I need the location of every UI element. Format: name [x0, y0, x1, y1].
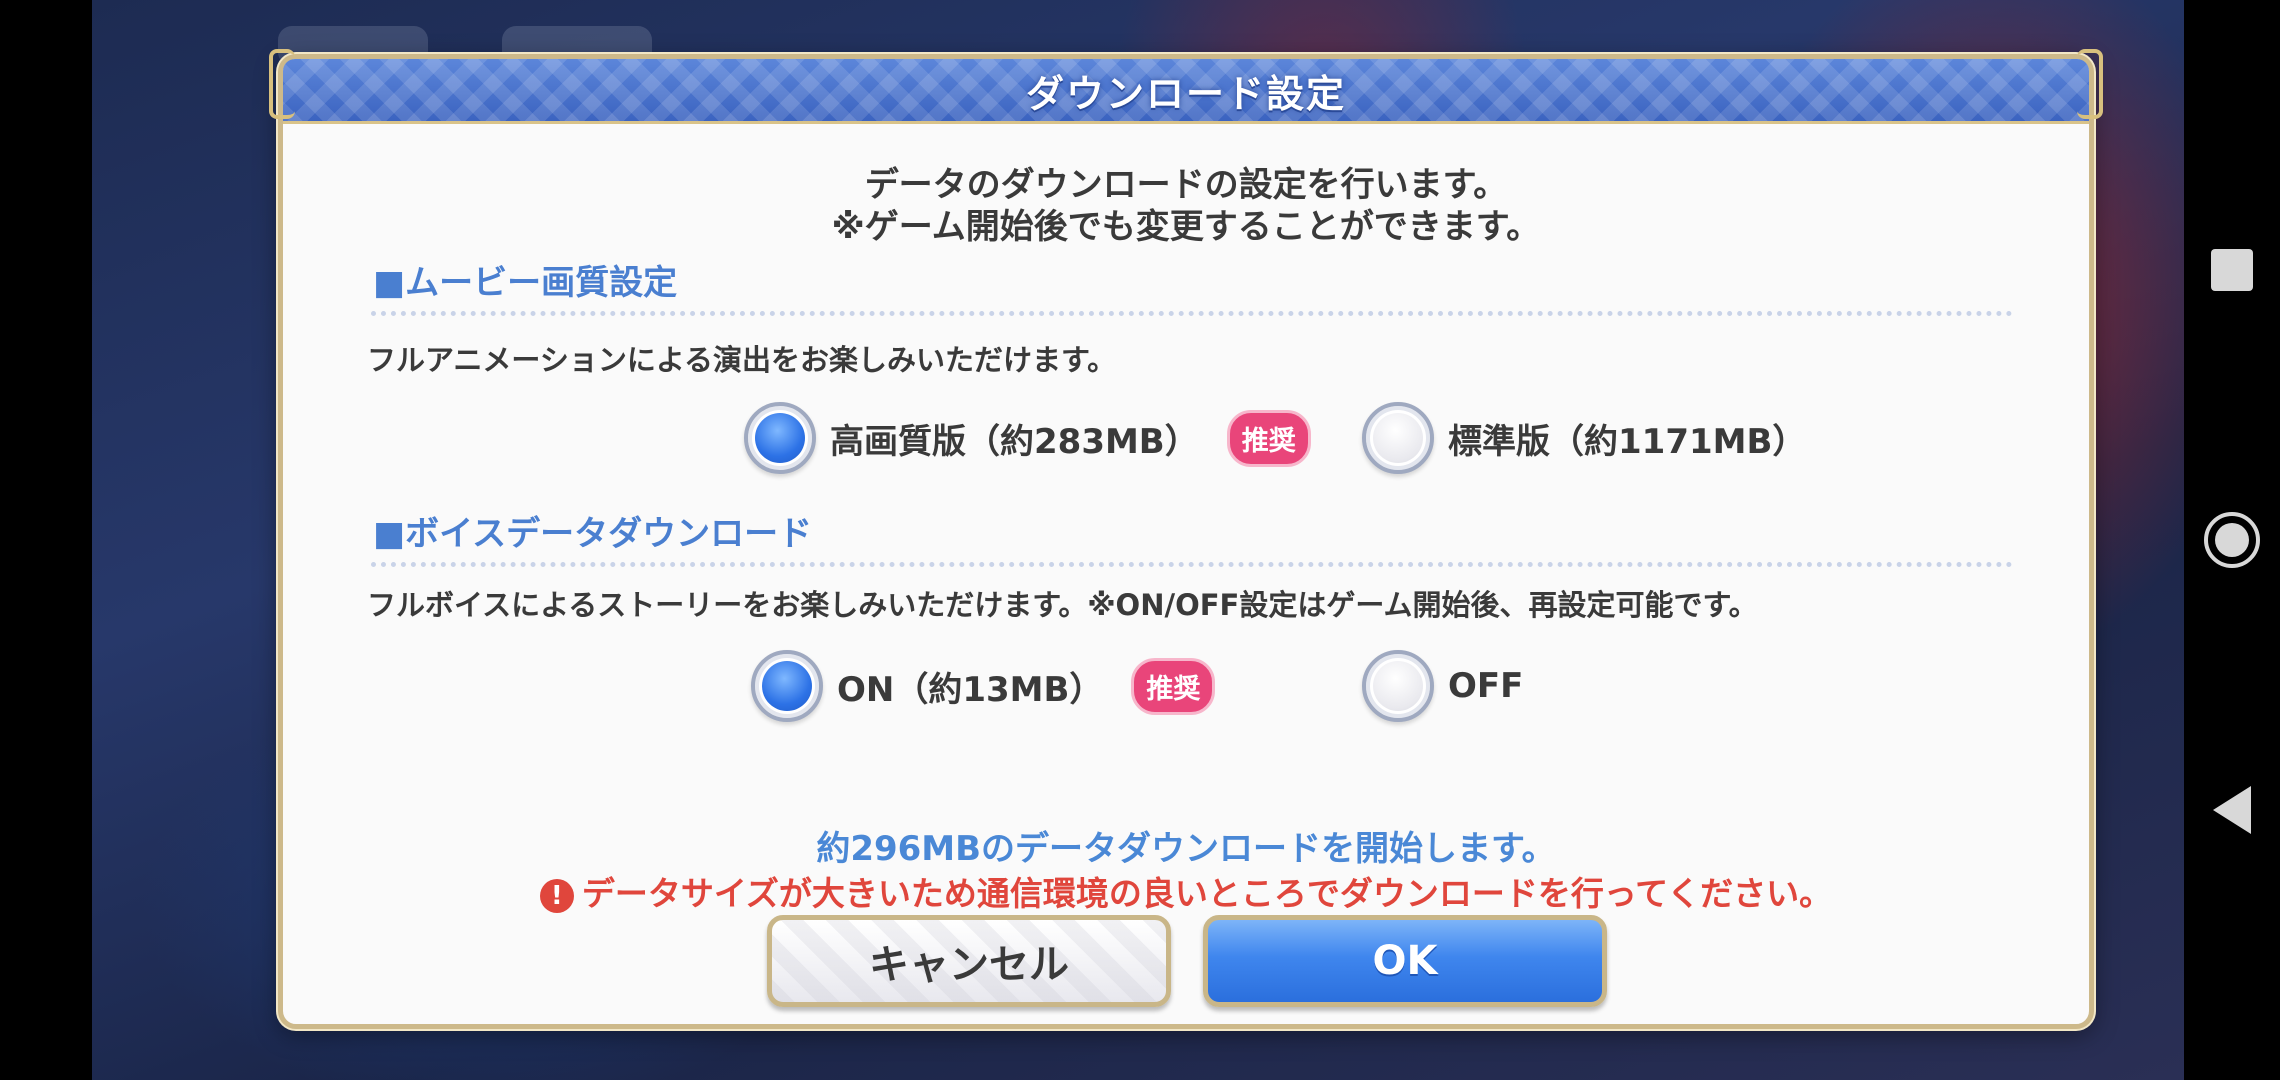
- home-button[interactable]: [2184, 505, 2280, 575]
- section-divider: [371, 311, 2013, 316]
- back-triangle-icon: [2213, 786, 2251, 834]
- radio-button-unselected[interactable]: [1362, 402, 1434, 474]
- movie-quality-heading: ■ムービー画質設定: [373, 263, 678, 303]
- network-warning: ! データサイズが大きいため通信環境の良いところでダウンロードを行ってください。: [283, 867, 2089, 915]
- radio-button-selected[interactable]: [751, 650, 823, 722]
- voice-off-label: OFF: [1448, 666, 1524, 706]
- voice-off-option[interactable]: OFF: [1362, 650, 1523, 722]
- back-button[interactable]: [2184, 780, 2280, 840]
- movie-high-quality-label: 高画質版（約283MB）: [830, 421, 1199, 462]
- dialog-title-bar: ダウンロード設定: [269, 49, 2103, 124]
- movie-high-quality-option[interactable]: 高画質版（約283MB） 推奨: [744, 402, 1311, 474]
- section-divider: [371, 562, 2013, 567]
- download-settings-dialog: ダウンロード設定 データのダウンロードの設定を行います。 ※ゲーム開始後でも変更…: [269, 49, 2103, 1029]
- home-circle-icon: [2204, 512, 2260, 568]
- network-warning-text: データサイズが大きいため通信環境の良いところでダウンロードを行ってください。: [581, 874, 1833, 913]
- recommended-badge: 推奨: [1226, 409, 1311, 467]
- voice-on-label: ON（約13MB）: [837, 669, 1104, 710]
- voice-data-description: フルボイスによるストーリーをお楽しみいただけます。※ON/OFF設定はゲーム開始…: [367, 588, 1758, 622]
- movie-standard-quality-label: 標準版（約1171MB）: [1448, 421, 1807, 462]
- dialog-title: ダウンロード設定: [1025, 71, 1346, 116]
- voice-on-option[interactable]: ON（約13MB） 推奨: [751, 650, 1216, 722]
- title-corner-ornament-right: [2077, 49, 2103, 119]
- ok-button[interactable]: OK: [1203, 915, 1607, 1007]
- cancel-button[interactable]: キャンセル: [767, 915, 1171, 1007]
- download-size-summary: 約296MBのデータダウンロードを開始します。: [816, 829, 1556, 869]
- voice-data-heading: ■ボイスデータダウンロード: [373, 514, 813, 554]
- movie-quality-description: フルアニメーションによる演出をお楽しみいただけます。: [367, 343, 1117, 377]
- movie-standard-quality-option[interactable]: 標準版（約1171MB）: [1362, 402, 1806, 474]
- radio-button-unselected[interactable]: [1362, 650, 1434, 722]
- recommended-badge: 推奨: [1131, 657, 1216, 715]
- square-icon: [2211, 249, 2253, 291]
- exclamation-icon: !: [539, 878, 574, 913]
- title-corner-ornament-left: [269, 49, 295, 119]
- radio-button-selected[interactable]: [744, 402, 816, 474]
- recent-apps-button[interactable]: [2184, 240, 2280, 300]
- intro-text-line2: ※ゲーム開始後でも変更することができます。: [831, 207, 1541, 247]
